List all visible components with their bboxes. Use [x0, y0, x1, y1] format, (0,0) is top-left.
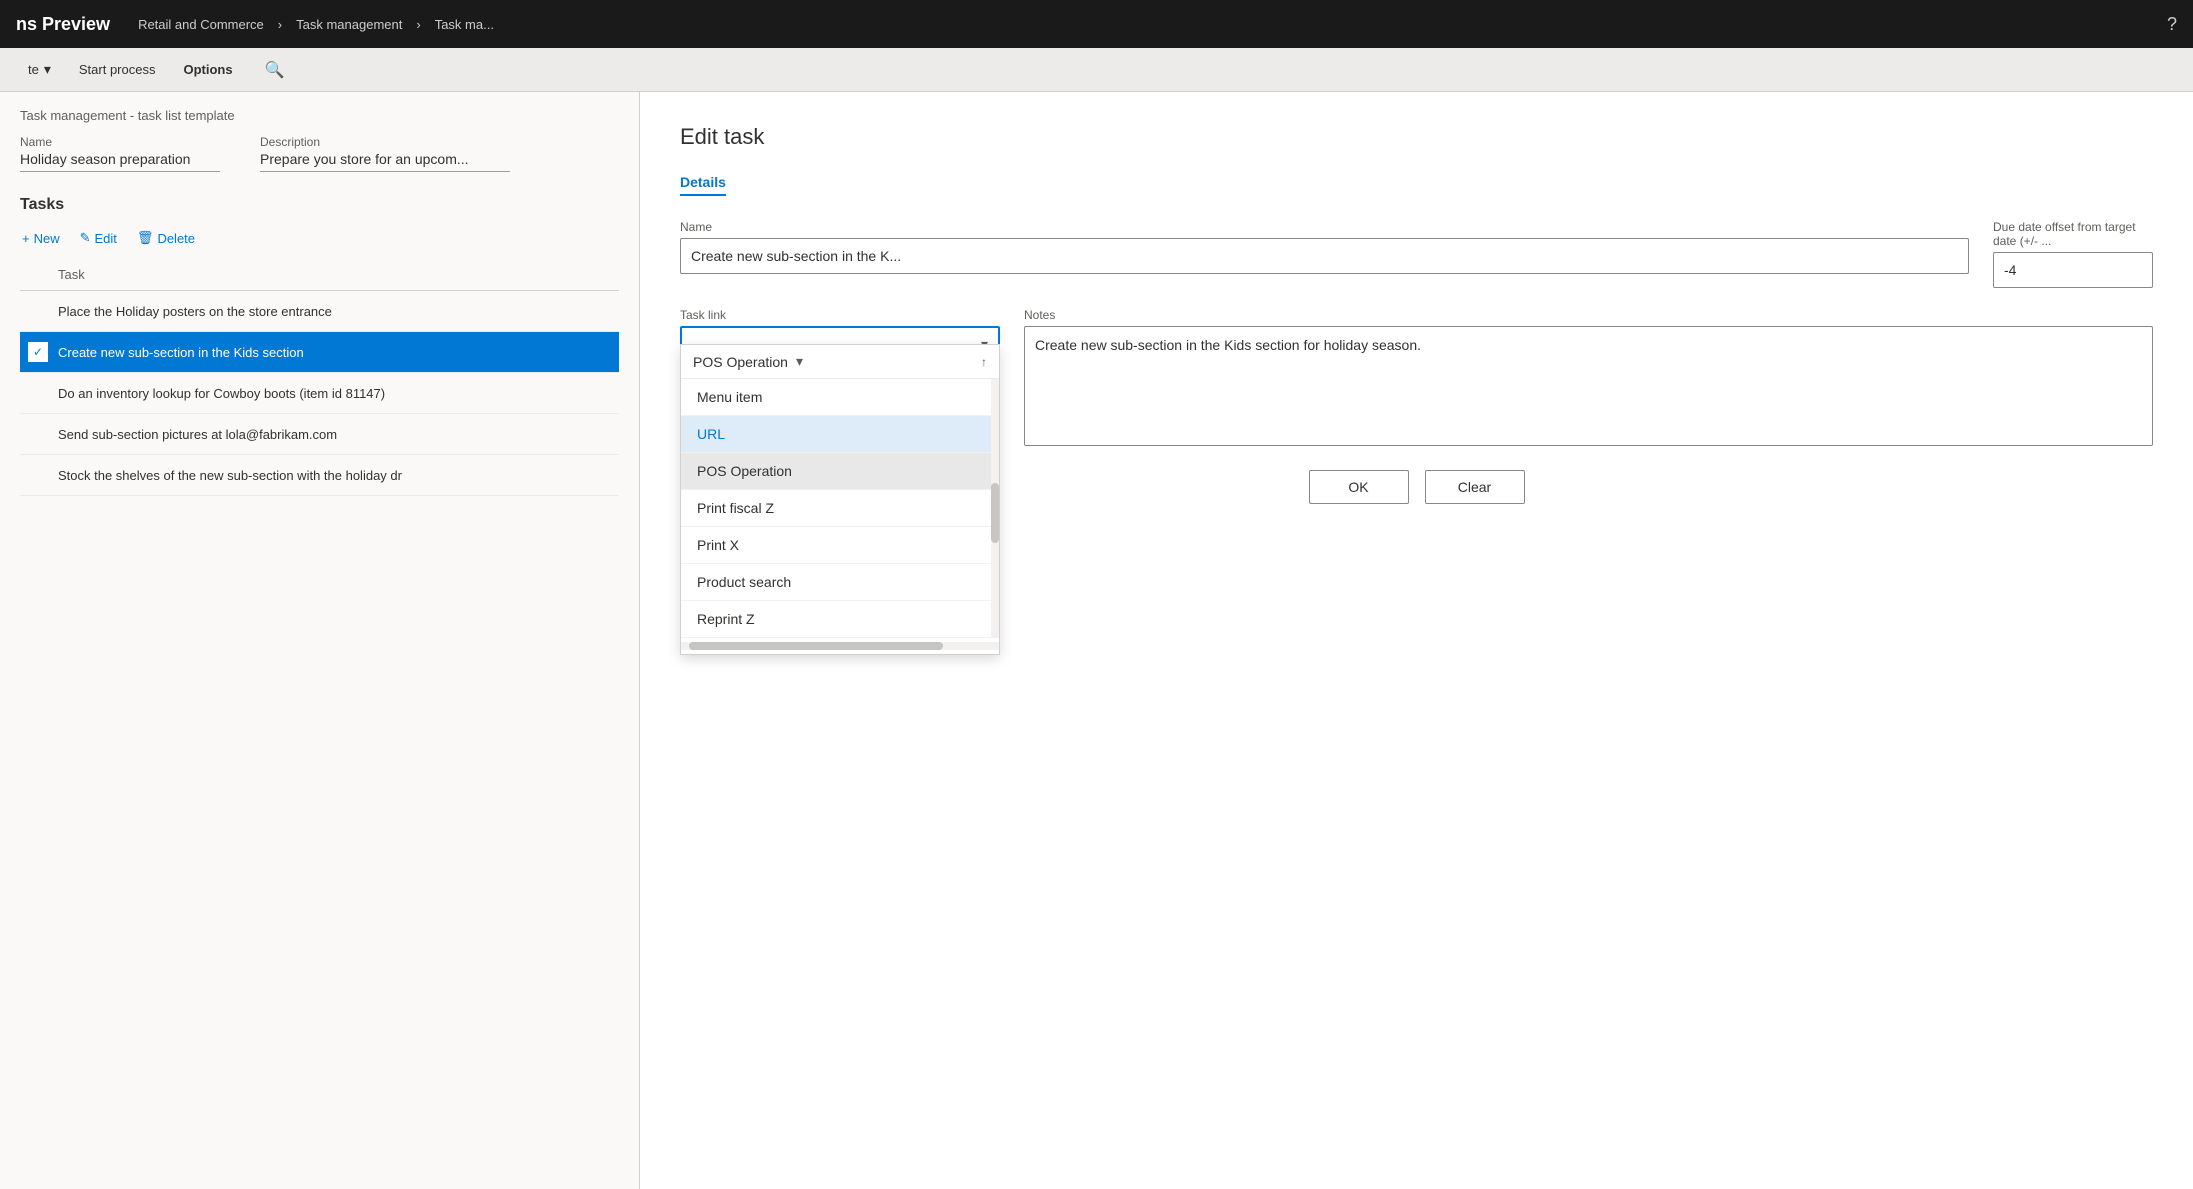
chevron-down-icon-popup: ▾ — [796, 353, 803, 370]
task-link-label: Task link — [680, 308, 1000, 322]
app-title: ns Preview — [16, 14, 110, 35]
start-process-button[interactable]: Start process — [67, 56, 168, 83]
notes-label: Notes — [1024, 308, 2153, 322]
scrollbar-horizontal[interactable] — [681, 642, 999, 650]
options-button[interactable]: Options — [171, 56, 244, 83]
task-text: Stock the shelves of the new sub-section… — [58, 468, 611, 483]
dropdown-option-product-search[interactable]: Product search — [681, 564, 999, 601]
task-checkbox[interactable] — [28, 383, 48, 403]
pos-operation-selected-label: POS Operation — [693, 354, 788, 370]
clear-button[interactable]: Clear — [1425, 470, 1525, 504]
name-col: Name Holiday season preparation — [20, 135, 220, 172]
task-link-group: Task link ▾ POS Operation ▾ ↑ — [680, 308, 1000, 362]
name-group: Name — [680, 220, 1969, 288]
dropdown-arrow-icon: ▾ — [44, 61, 51, 78]
search-icon: 🔍 — [265, 62, 285, 79]
dropdown-option-pos-operation[interactable]: POS Operation — [681, 453, 999, 490]
due-date-input[interactable] — [1993, 252, 2153, 288]
header-check — [28, 264, 48, 284]
edit-task-button[interactable]: ✎ Edit — [78, 226, 119, 250]
breadcrumb-sep-2: › — [416, 17, 420, 32]
meta-row: Name Holiday season preparation Descript… — [20, 135, 619, 172]
task-row[interactable]: Do an inventory lookup for Cowboy boots … — [20, 373, 619, 414]
breadcrumb-task-mgmt[interactable]: Task management — [296, 17, 402, 32]
details-tab[interactable]: Details — [680, 174, 726, 196]
dropdown-selected-display: POS Operation ▾ — [693, 353, 803, 370]
scrollbar-vertical[interactable] — [991, 379, 999, 638]
description-col: Description Prepare you store for an upc… — [260, 135, 510, 172]
edit-icon: ✎ — [80, 230, 91, 246]
edit-task-title: Edit task — [680, 124, 2153, 150]
task-text: Create new sub-section in the Kids secti… — [58, 345, 611, 360]
scrollbar-thumb — [991, 483, 999, 543]
left-panel-header: Task management - task list template Nam… — [0, 92, 639, 180]
name-value: Holiday season preparation — [20, 151, 220, 172]
main-layout: Task management - task list template Nam… — [0, 92, 2193, 1189]
task-list-header: Task — [20, 258, 619, 291]
tasks-toolbar: + + New New ✎ Edit 🗑 Delete — [20, 226, 619, 250]
form-row-task-link: Task link ▾ POS Operation ▾ ↑ — [680, 308, 2153, 446]
task-list: Place the Holiday posters on the store e… — [20, 291, 619, 496]
plus-icon: + — [22, 231, 30, 246]
breadcrumb-retail[interactable]: Retail and Commerce — [138, 17, 264, 32]
sort-icon: ↑ — [981, 355, 987, 369]
breadcrumb-task-ma[interactable]: Task ma... — [435, 17, 494, 32]
task-text: Do an inventory lookup for Cowboy boots … — [58, 386, 611, 401]
task-checkbox[interactable] — [28, 301, 48, 321]
task-checkbox[interactable] — [28, 424, 48, 444]
due-date-group: Due date offset from target date (+/- ..… — [1993, 220, 2153, 288]
dropdown-option-print-fiscal-z[interactable]: Print fiscal Z — [681, 490, 999, 527]
task-text: Send sub-section pictures at lola@fabrik… — [58, 427, 611, 442]
task-row[interactable]: Send sub-section pictures at lola@fabrik… — [20, 414, 619, 455]
right-panel: Edit task Details Name Due date offset f… — [640, 92, 2193, 1189]
delete-task-button[interactable]: 🗑 Delete — [135, 226, 197, 250]
notes-group: Notes Create new sub-section in the Kids… — [1024, 308, 2153, 446]
search-button[interactable]: 🔍 — [257, 56, 293, 84]
due-date-label: Due date offset from target date (+/- ..… — [1993, 220, 2153, 248]
help-icon[interactable]: ? — [2167, 14, 2177, 35]
description-value: Prepare you store for an upcom... — [260, 151, 510, 172]
delete-icon: 🗑 — [137, 230, 154, 246]
page-subtitle: Task management - task list template — [20, 108, 619, 123]
dropdown-option-reprint-z[interactable]: Reprint Z — [681, 601, 999, 638]
task-name-input[interactable] — [680, 238, 1969, 274]
task-row[interactable]: Stock the shelves of the new sub-section… — [20, 455, 619, 496]
left-panel: Task management - task list template Nam… — [0, 92, 640, 1189]
task-row[interactable]: Place the Holiday posters on the store e… — [20, 291, 619, 332]
breadcrumb-sep-1: › — [278, 17, 282, 32]
scrollbar-h-thumb — [689, 642, 943, 650]
name-label: Name — [20, 135, 220, 149]
task-text: Place the Holiday posters on the store e… — [58, 304, 611, 319]
new-task-button[interactable]: + + New New — [20, 226, 62, 250]
dropdown-popup-header: POS Operation ▾ ↑ — [681, 345, 999, 379]
dropdown-option-print-x[interactable]: Print X — [681, 527, 999, 564]
delete-button[interactable]: te ▾ — [16, 55, 63, 84]
dropdown-option-menu-item[interactable]: Menu item — [681, 379, 999, 416]
notes-textarea[interactable]: Create new sub-section in the Kids secti… — [1024, 326, 2153, 446]
tasks-section: Tasks + + New New ✎ Edit 🗑 Delete Ta — [0, 180, 639, 1189]
toolbar: te ▾ Start process Options 🔍 — [0, 48, 2193, 92]
task-checkbox[interactable] — [28, 465, 48, 485]
tasks-title: Tasks — [20, 196, 619, 214]
task-col-header: Task — [58, 267, 85, 282]
description-label: Description — [260, 135, 510, 149]
task-name-label: Name — [680, 220, 1969, 234]
top-navigation: ns Preview Retail and Commerce › Task ma… — [0, 0, 2193, 48]
form-row-name: Name Due date offset from target date (+… — [680, 220, 2153, 288]
ok-button[interactable]: OK — [1309, 470, 1409, 504]
task-row[interactable]: ✓ Create new sub-section in the Kids sect… — [20, 332, 619, 373]
dropdown-popup: POS Operation ▾ ↑ Menu item URL POS Oper… — [680, 344, 1000, 655]
dropdown-option-url[interactable]: URL — [681, 416, 999, 453]
task-checkbox[interactable]: ✓ — [28, 342, 48, 362]
